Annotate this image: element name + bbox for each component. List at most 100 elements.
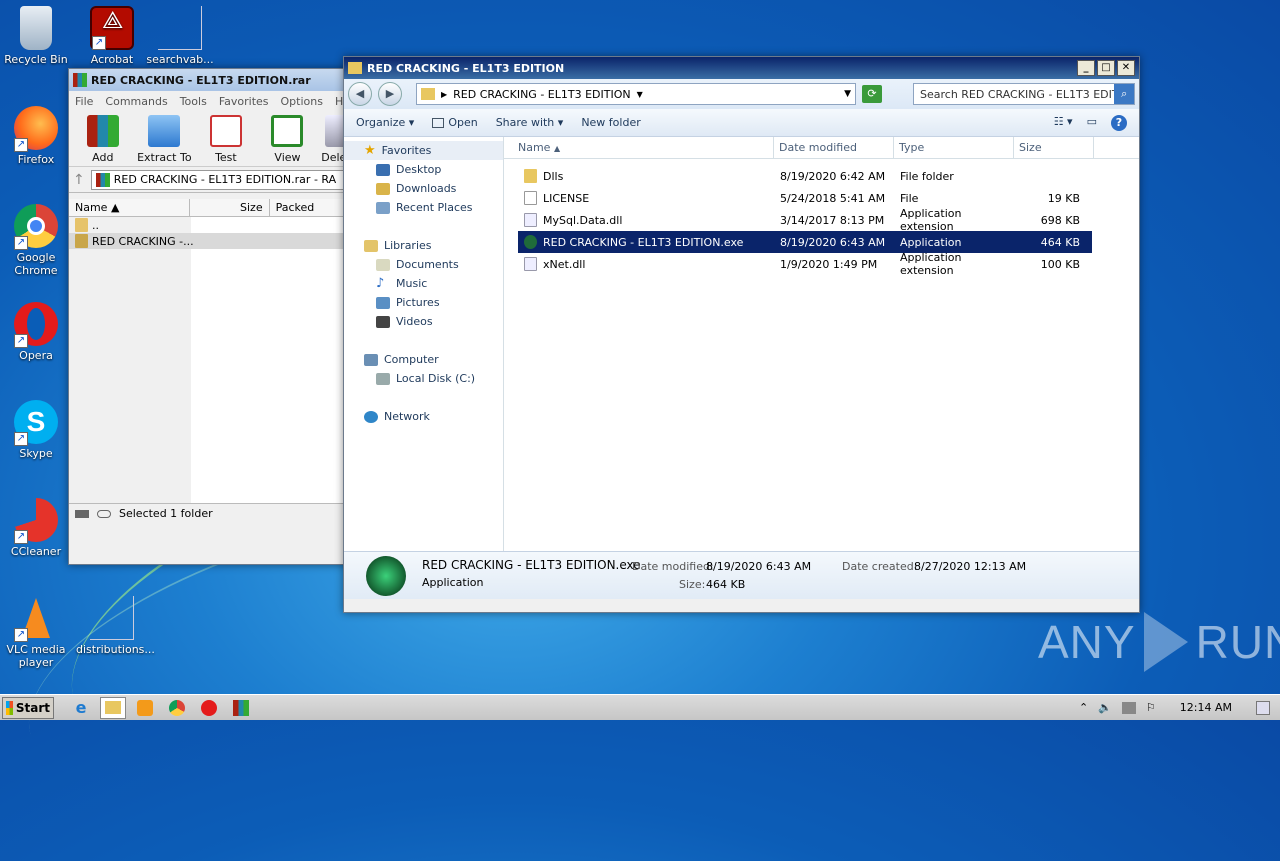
minimize-button[interactable]: _ [1077,60,1095,76]
file-row[interactable]: LICENSE 5/24/2018 5:41 AM File 19 KB [518,187,1092,209]
menu-favorites[interactable]: Favorites [219,95,269,108]
desktop-icon-opera[interactable]: ↗ Opera [0,302,72,362]
share-with-button[interactable]: Share with ▾ [496,116,564,129]
up-arrow-icon[interactable]: ↑ [73,172,85,188]
breadcrumb[interactable]: RED CRACKING - EL1T3 EDITION [453,88,630,101]
col-date-modified[interactable]: Date modified [774,137,894,158]
search-box[interactable]: Search RED CRACKING - EL1T3 EDITION ⌕ [913,83,1135,105]
desktop-icon-recycle-bin[interactable]: Recycle Bin [0,6,72,66]
new-folder-button[interactable]: New folder [581,116,640,129]
search-input[interactable]: Search RED CRACKING - EL1T3 EDITION [920,88,1114,101]
explorer-titlebar[interactable]: RED CRACKING - EL1T3 EDITION _ □ ✕ [344,57,1139,79]
add-button[interactable]: Add [75,115,131,164]
col-name[interactable]: Name ▲ [504,137,774,158]
nav-music[interactable]: ♪ Music [344,274,503,293]
forward-button[interactable]: ▶ [378,82,402,106]
add-archive-icon [86,115,119,147]
desktop-icon-chrome[interactable]: ↗ Google Chrome [0,204,72,277]
nav-desktop[interactable]: Desktop [344,160,503,179]
desktop-icon-distributions[interactable]: distributions... [76,596,155,656]
refresh-button[interactable]: ⟳ [862,85,882,103]
tray-expand-icon[interactable]: ⌃ [1079,701,1088,714]
nav-network[interactable]: Network [344,407,503,426]
breadcrumb-separator-icon[interactable]: ▶ [441,90,447,99]
desktop-icon-label: Recycle Bin [4,53,68,66]
open-button[interactable]: Open [432,116,478,129]
desktop-icon-acrobat[interactable]: ⟁ ↗ Acrobat [76,6,148,66]
taskbar-chrome[interactable] [164,697,190,719]
desktop-icon-skype[interactable]: S ↗ Skype [0,400,72,460]
col-name[interactable]: Name ▲ [69,199,191,216]
action-center-flag-icon[interactable]: ⚐ [1146,701,1156,714]
nav-libraries[interactable]: Libraries [344,236,503,255]
nav-local-disk[interactable]: Local Disk (C:) [344,369,503,388]
nav-downloads[interactable]: Downloads [344,179,503,198]
start-button[interactable]: Start [2,696,54,719]
list-item[interactable]: .. [69,217,357,233]
desktop-icon-vlc[interactable]: ↗ VLC media player [0,596,72,669]
file-row[interactable]: MySql.Data.dll 3/14/2017 8:13 PM Applica… [518,207,1092,233]
taskbar-opera[interactable] [196,697,222,719]
back-button[interactable]: ◀ [348,82,372,106]
view-button[interactable]: View [260,115,316,164]
rar-file-icon [95,172,110,187]
network-tray-icon[interactable] [1121,701,1136,714]
folder-icon [421,88,435,100]
show-desktop-button[interactable] [1256,700,1270,715]
details-pane: RED CRACKING - EL1T3 EDITION.exe Applica… [344,551,1139,599]
nav-documents[interactable]: Documents [344,255,503,274]
taskbar-winrar[interactable] [228,697,254,719]
view-options-icon[interactable]: ☷ ▾ [1054,115,1073,131]
col-size[interactable]: Size [190,199,270,216]
search-icon[interactable]: ⌕ [1114,84,1134,104]
folder-icon [75,234,88,248]
col-size[interactable]: Size [1014,137,1094,158]
nav-computer[interactable]: Computer [344,350,503,369]
desktop-icon-label: Skype [19,447,53,460]
list-item[interactable]: RED CRACKING -... [69,233,357,249]
nav-pictures[interactable]: Pictures [344,293,503,312]
maximize-button[interactable]: □ [1097,60,1115,76]
file-row-selected[interactable]: RED CRACKING - EL1T3 EDITION.exe 8/19/20… [518,231,1092,253]
taskbar-media-player[interactable] [132,697,158,719]
menu-commands[interactable]: Commands [105,95,167,108]
file-row[interactable]: Dlls 8/19/2020 6:42 AM File folder [518,165,1092,187]
anyrun-watermark: ANYRUN [1038,612,1280,672]
menu-options[interactable]: Options [281,95,323,108]
taskbar-ie[interactable]: e [68,697,94,719]
test-label: Test [215,151,237,164]
nav-recent-places[interactable]: Recent Places [344,198,503,217]
folder-icon [524,169,537,183]
test-button[interactable]: Test [198,115,254,164]
winrar-path-field[interactable]: RED CRACKING - EL1T3 EDITION.rar - RA [90,169,353,190]
nav-videos[interactable]: Videos [344,312,503,331]
explorer-body: ★ Favorites Desktop Downloads Recent Pla… [344,137,1139,551]
file-size: 100 KB [1040,257,1080,271]
shortcut-arrow-icon: ↗ [14,236,28,250]
nav-favorites[interactable]: ★ Favorites [344,141,503,160]
preview-pane-icon[interactable]: ▭ [1087,115,1097,131]
menu-tools[interactable]: Tools [180,95,207,108]
chevron-down-icon[interactable]: ▼ [637,90,643,99]
volume-icon[interactable]: 🔈 [1098,701,1112,714]
taskbar-explorer[interactable] [100,696,126,719]
organize-button[interactable]: Organize ▾ [356,116,414,129]
desktop-icon-ccleaner[interactable]: ↗ CCleaner [0,498,72,558]
extract-to-button[interactable]: Extract To [137,115,193,164]
close-button[interactable]: ✕ [1117,60,1135,76]
acrobat-icon: ⟁ ↗ [90,6,134,50]
winrar-titlebar[interactable]: RED CRACKING - EL1T3 EDITION.rar [69,69,357,91]
address-bar[interactable]: ▶ RED CRACKING - EL1T3 EDITION ▼ ▼ [416,83,856,105]
file-size: 698 KB [1040,213,1080,227]
file-row[interactable]: xNet.dll 1/9/2020 1:49 PM Application ex… [518,251,1092,277]
desktop-icon-firefox[interactable]: ↗ Firefox [0,106,72,166]
clock[interactable]: 12:14 AM [1180,701,1232,714]
libraries-icon [364,239,378,252]
desktop-icon-searchvab[interactable]: searchvab... [144,6,216,66]
menu-file[interactable]: File [75,95,93,108]
music-note-icon: ♪ [376,276,385,291]
file-icon [90,596,134,640]
address-dropdown-icon[interactable]: ▼ [844,89,851,99]
help-icon[interactable]: ? [1111,114,1127,131]
col-type[interactable]: Type [894,137,1014,158]
